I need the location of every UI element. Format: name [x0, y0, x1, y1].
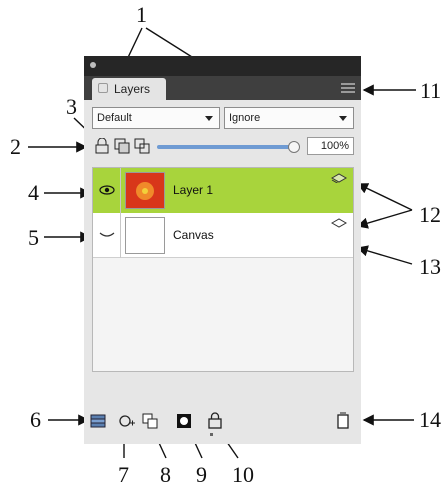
panel-body: Default Ignore 100% Layer 1 Canvas [84, 100, 361, 444]
canvas-layer-icon [331, 218, 347, 228]
mask-icon[interactable] [176, 413, 192, 429]
new-layer-icon[interactable] [118, 413, 136, 429]
layer-thumbnail [125, 172, 165, 209]
layer-row[interactable]: Layer 1 [93, 168, 353, 213]
eye-closed-icon [99, 232, 115, 237]
opacity-slider-track[interactable] [157, 145, 292, 149]
duplicate-layer-icon[interactable] [142, 413, 158, 429]
panel-grip-icon [90, 62, 96, 68]
eye-icon [99, 185, 115, 195]
composite-method-value: Default [97, 112, 132, 124]
flower-core [142, 188, 148, 194]
layer-name[interactable]: Layer 1 [173, 183, 213, 197]
stack-icon[interactable] [90, 413, 106, 429]
lock-selection-icon[interactable] [114, 138, 130, 154]
visibility-toggle[interactable] [93, 168, 121, 213]
visibility-toggle[interactable] [93, 213, 121, 258]
bottom-toolbar [84, 405, 361, 441]
chevron-down-icon [339, 116, 347, 121]
panel-menu-icon[interactable] [341, 81, 355, 95]
panel-tabstrip: Layers [84, 76, 361, 100]
tab-layers[interactable]: Layers [92, 78, 166, 100]
canvas-name[interactable]: Canvas [173, 228, 214, 242]
merge-mode-value: Ignore [229, 112, 261, 124]
opacity-field[interactable]: 100% [307, 137, 354, 155]
delete-layer-icon[interactable] [337, 412, 349, 429]
layer-list: Layer 1 Canvas [92, 167, 354, 372]
chevron-down-icon [205, 116, 213, 121]
lock-position-icon[interactable] [134, 138, 150, 154]
composite-method-select[interactable]: Default [92, 107, 220, 129]
close-icon[interactable] [98, 83, 108, 93]
layer-icon [331, 173, 347, 183]
merge-mode-select[interactable]: Ignore [224, 107, 354, 129]
tab-label: Layers [114, 82, 151, 96]
opacity-slider-thumb[interactable] [288, 141, 300, 153]
lock-transparency-icon[interactable] [94, 138, 110, 154]
layers-panel: Layers Default Ignore 100% Layer 1 Canva… [84, 56, 361, 444]
lock-icon[interactable] [208, 412, 222, 429]
layer-row-canvas[interactable]: Canvas [93, 213, 353, 258]
canvas-thumbnail [125, 217, 165, 254]
dot-indicator [210, 433, 213, 436]
panel-titlebar[interactable] [84, 56, 361, 76]
